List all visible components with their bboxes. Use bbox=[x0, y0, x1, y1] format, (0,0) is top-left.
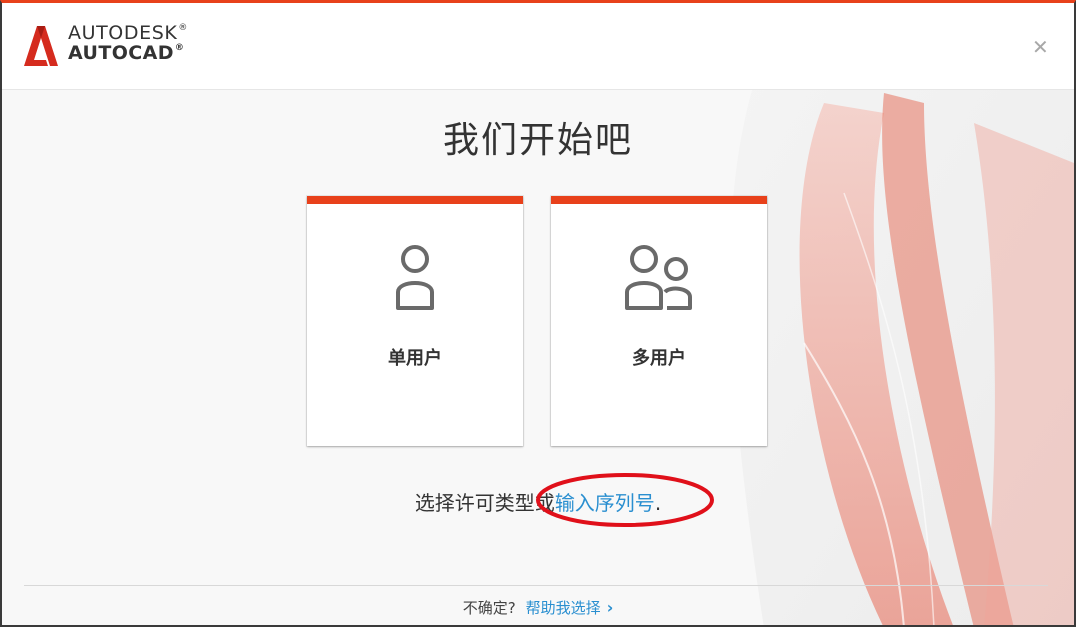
single-user-icon bbox=[396, 245, 434, 310]
hint-period: . bbox=[654, 491, 662, 515]
header-bar: AUTODESK® AUTOCAD® ✕ bbox=[2, 3, 1074, 90]
multi-user-card[interactable]: 多用户 bbox=[551, 196, 767, 446]
footer-divider bbox=[24, 585, 1048, 586]
footer: 不确定? 帮助我选择 › bbox=[2, 597, 1074, 618]
multi-user-label: 多用户 bbox=[632, 348, 686, 369]
close-icon[interactable]: ✕ bbox=[1032, 37, 1049, 57]
page-title: 我们开始吧 bbox=[442, 120, 633, 161]
license-dialog: AUTODESK® AUTOCAD® ✕ 我们开始吧 单用户 多用户 选择许可类… bbox=[0, 0, 1076, 627]
brand-autodesk: AUTODESK® bbox=[68, 22, 189, 44]
brand-autocad: AUTOCAD® bbox=[68, 41, 185, 64]
help-me-choose-link[interactable]: 帮助我选择 bbox=[526, 599, 601, 617]
single-user-label: 单用户 bbox=[388, 348, 442, 369]
enter-serial-link[interactable]: 输入序列号 bbox=[555, 491, 655, 515]
autocad-logo-icon bbox=[24, 26, 58, 66]
chevron-right-icon[interactable]: › bbox=[607, 598, 614, 617]
license-hint: 选择许可类型或输入序列号. bbox=[2, 487, 1074, 516]
footer-question: 不确定? bbox=[462, 599, 516, 617]
multi-user-icon bbox=[625, 245, 692, 310]
single-user-card[interactable]: 单用户 bbox=[307, 196, 523, 446]
brand-wordmark: AUTODESK® AUTOCAD® bbox=[68, 22, 189, 64]
hint-text: 选择许可类型或 bbox=[414, 491, 555, 515]
